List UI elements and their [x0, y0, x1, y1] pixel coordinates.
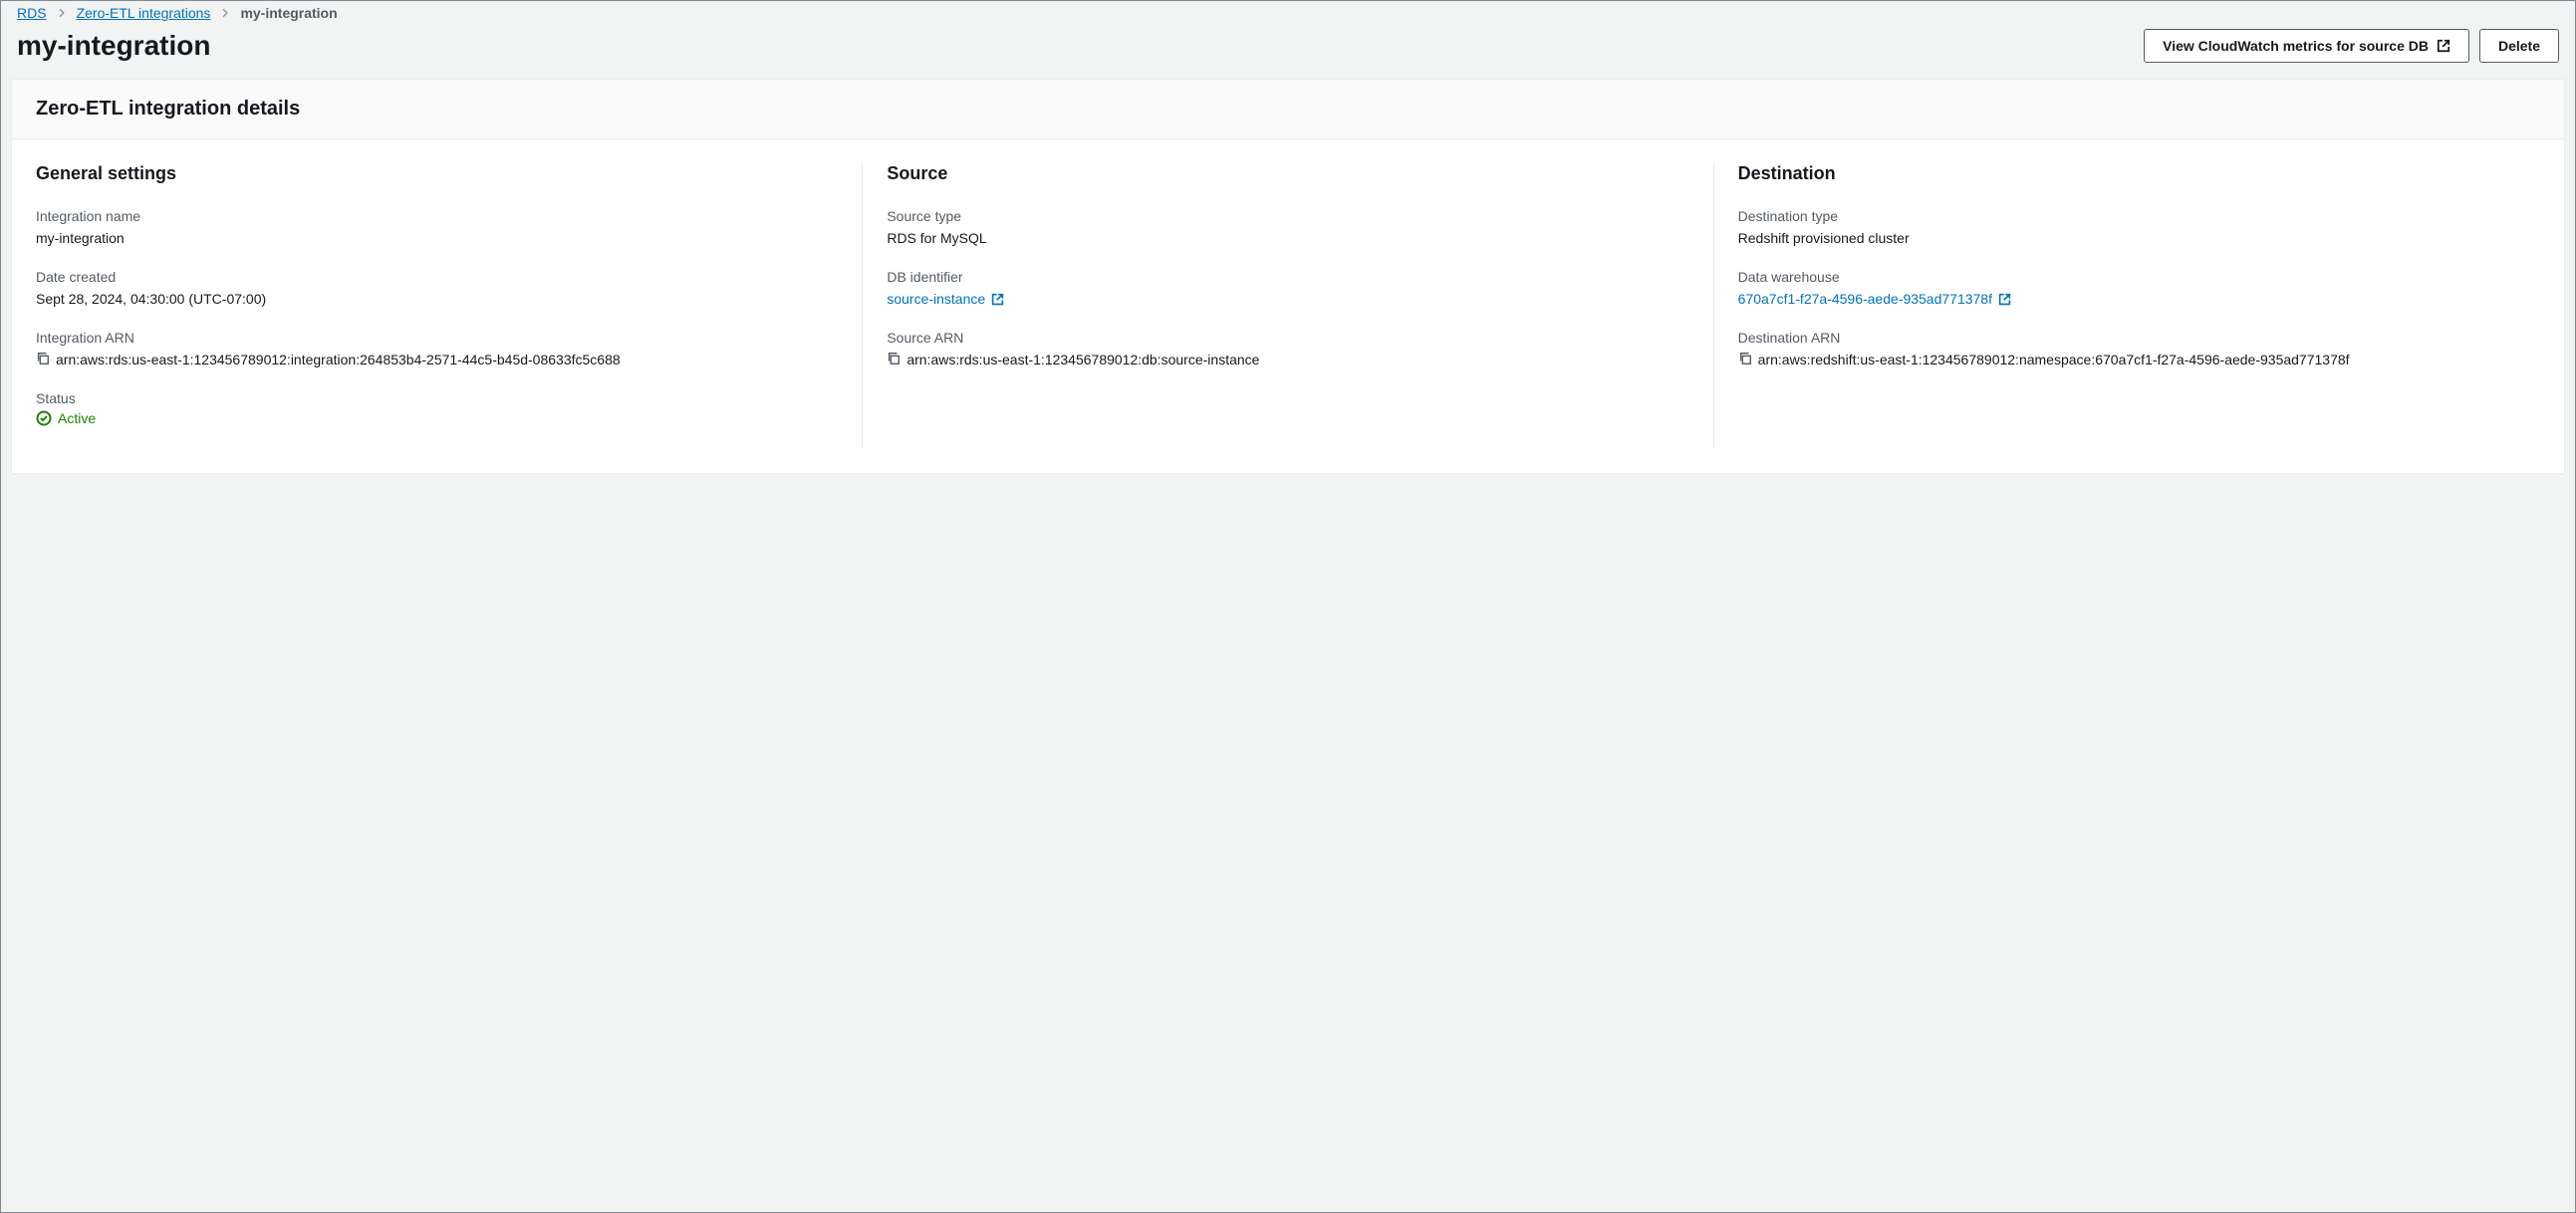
copy-icon[interactable] [887, 352, 901, 365]
db-identifier-label: DB identifier [887, 269, 1688, 285]
chevron-right-icon [220, 8, 230, 18]
status-label: Status [36, 390, 838, 406]
check-circle-icon [36, 410, 52, 426]
db-identifier-value: source-instance [887, 289, 985, 310]
breadcrumb-zero-etl-link[interactable]: Zero-ETL integrations [77, 5, 211, 21]
source-arn-value: arn:aws:rds:us-east-1:123456789012:db:so… [906, 350, 1259, 370]
page-title: my-integration [17, 30, 210, 62]
data-warehouse-value: 670a7cf1-f27a-4596-aede-935ad771378f [1738, 289, 1992, 310]
source-column: Source Source type RDS for MySQL DB iden… [862, 163, 1712, 449]
source-heading: Source [887, 163, 1688, 184]
header-actions: View CloudWatch metrics for source DB De… [2144, 29, 2559, 63]
panel-title: Zero-ETL integration details [36, 98, 2540, 121]
copy-icon[interactable] [36, 352, 50, 365]
status-badge: Active [36, 410, 96, 426]
breadcrumb: RDS Zero-ETL integrations my-integration [1, 1, 2575, 21]
destination-heading: Destination [1738, 163, 2540, 184]
data-warehouse-label: Data warehouse [1738, 269, 2540, 285]
chevron-right-icon [57, 8, 67, 18]
breadcrumb-current: my-integration [240, 5, 337, 21]
view-cloudwatch-metrics-label: View CloudWatch metrics for source DB [2163, 38, 2429, 54]
source-arn-label: Source ARN [887, 330, 1688, 346]
integration-name-value: my-integration [36, 228, 838, 249]
destination-arn-value: arn:aws:redshift:us-east-1:123456789012:… [1758, 350, 2350, 370]
db-identifier-link[interactable]: source-instance [887, 289, 1004, 310]
copy-icon[interactable] [1738, 352, 1752, 365]
integration-arn-label: Integration ARN [36, 330, 838, 346]
date-created-label: Date created [36, 269, 838, 285]
panel-header: Zero-ETL integration details [12, 80, 2564, 139]
source-type-label: Source type [887, 208, 1688, 224]
external-link-icon [1998, 293, 2011, 306]
general-settings-column: General settings Integration name my-int… [36, 163, 862, 449]
external-link-icon [2437, 39, 2450, 53]
date-created-value: Sept 28, 2024, 04:30:00 (UTC-07:00) [36, 289, 838, 310]
view-cloudwatch-metrics-button[interactable]: View CloudWatch metrics for source DB [2144, 29, 2469, 63]
destination-type-value: Redshift provisioned cluster [1738, 228, 2540, 249]
status-value: Active [58, 410, 96, 426]
destination-column: Destination Destination type Redshift pr… [1713, 163, 2540, 449]
source-type-value: RDS for MySQL [887, 228, 1688, 249]
external-link-icon [991, 293, 1004, 306]
data-warehouse-link[interactable]: 670a7cf1-f27a-4596-aede-935ad771378f [1738, 289, 2011, 310]
integration-arn-value: arn:aws:rds:us-east-1:123456789012:integ… [56, 350, 621, 370]
general-settings-heading: General settings [36, 163, 838, 184]
integration-name-label: Integration name [36, 208, 838, 224]
breadcrumb-rds-link[interactable]: RDS [17, 5, 47, 21]
destination-arn-label: Destination ARN [1738, 330, 2540, 346]
delete-button[interactable]: Delete [2479, 29, 2559, 63]
destination-type-label: Destination type [1738, 208, 2540, 224]
integration-details-panel: Zero-ETL integration details General set… [11, 79, 2565, 474]
